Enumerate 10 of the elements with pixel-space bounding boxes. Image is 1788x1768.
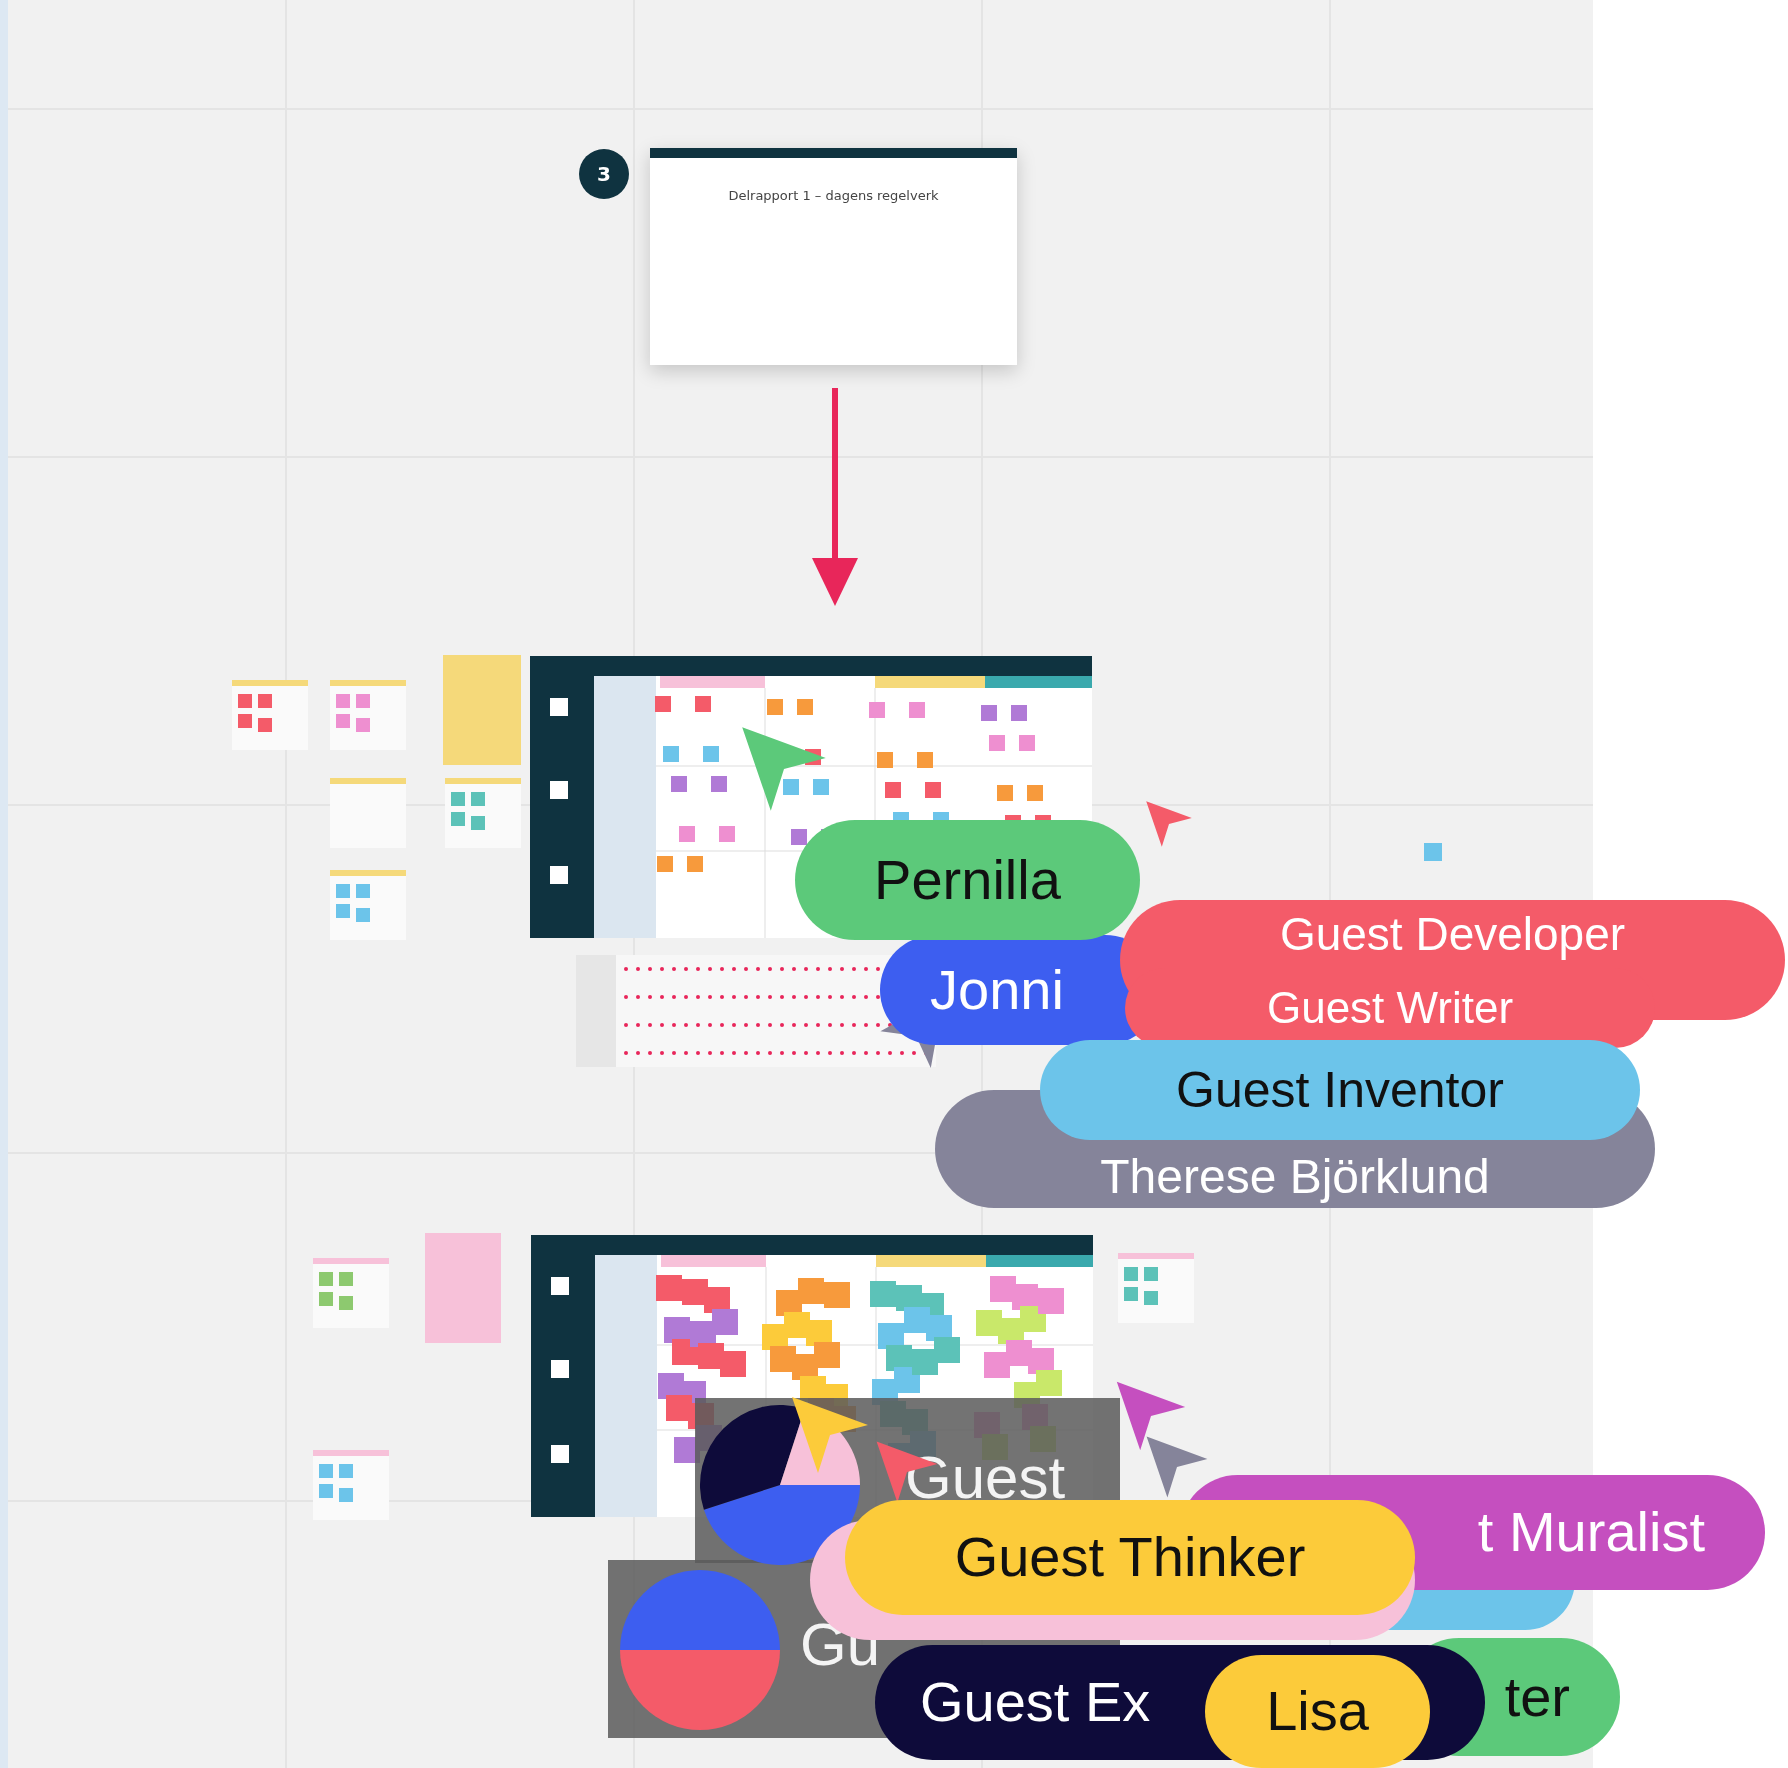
cursor-label: Guest Thinker: [845, 1500, 1415, 1615]
avatar-icon: [620, 1570, 780, 1730]
sticky-note-icon: [1424, 843, 1442, 861]
cursor-arrow-icon: [790, 1395, 870, 1475]
slide-title: Delrapport 1 – dagens regelverk: [728, 188, 939, 203]
cursor-arrow-icon: [1145, 800, 1193, 848]
cursor-label: Pernilla: [795, 820, 1140, 940]
down-arrow-icon: [812, 388, 858, 606]
cursor-arrow-icon: [1115, 1380, 1187, 1452]
cursor-arrow-icon: [1145, 1435, 1209, 1499]
